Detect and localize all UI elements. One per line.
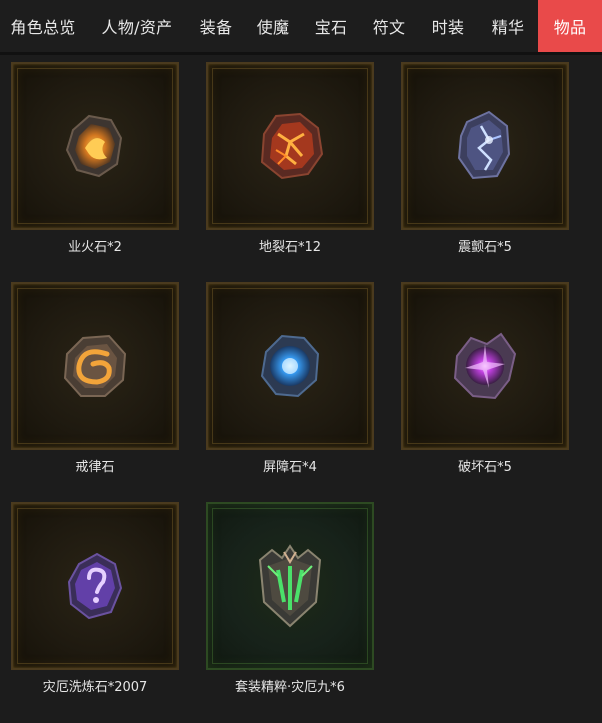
item-slot[interactable] — [401, 282, 569, 450]
set-essence-icon — [258, 544, 322, 628]
category-tab-bar: 角色总览 人物/资产 装备 使魔 宝石 符文 时装 精华 物品 — [0, 0, 602, 52]
item-card[interactable]: 灾厄洗炼石*2007 — [11, 502, 183, 695]
tab-gems[interactable]: 宝石 — [302, 0, 360, 52]
item-name: 地裂石*12 — [258, 240, 322, 255]
item-name: 震颤石*5 — [458, 240, 512, 255]
item-name: 业火石*2 — [68, 240, 122, 255]
tab-essence[interactable]: 精华 — [478, 0, 538, 52]
item-name: 戒律石 — [75, 460, 115, 475]
tab-character-assets[interactable]: 人物/资产 — [86, 0, 188, 52]
item-slot[interactable] — [206, 282, 374, 450]
item-slot[interactable] — [206, 62, 374, 230]
earth-crack-stone-icon — [260, 112, 324, 180]
item-name: 屏障石*4 — [263, 460, 317, 475]
item-slot[interactable] — [11, 62, 179, 230]
tab-divider — [0, 52, 602, 55]
item-card[interactable]: 震颤石*5 — [401, 62, 573, 255]
item-slot[interactable] — [401, 62, 569, 230]
item-card[interactable]: 戒律石 — [11, 282, 183, 475]
item-card[interactable]: 破坏石*5 — [401, 282, 573, 475]
item-name: 破坏石*5 — [458, 460, 512, 475]
tab-familiar[interactable]: 使魔 — [244, 0, 302, 52]
item-slot[interactable] — [11, 282, 179, 450]
item-card[interactable]: 地裂石*12 — [206, 62, 378, 255]
tremor-stone-icon — [457, 110, 511, 180]
tab-equipment[interactable]: 装备 — [188, 0, 244, 52]
tab-fashion[interactable]: 时装 — [418, 0, 478, 52]
destruction-stone-icon — [453, 332, 517, 400]
item-name: 灾厄洗炼石*2007 — [42, 680, 148, 695]
item-name: 套装精粹·灾厄九*6 — [235, 680, 345, 695]
item-slot[interactable] — [206, 502, 374, 670]
fire-stone-icon — [65, 114, 123, 178]
item-card[interactable]: 业火石*2 — [11, 62, 183, 255]
calamity-refine-stone-icon — [67, 552, 123, 620]
tab-runes[interactable]: 符文 — [360, 0, 418, 52]
tab-character-overview[interactable]: 角色总览 — [0, 0, 86, 52]
item-card[interactable]: 套装精粹·灾厄九*6 — [206, 502, 378, 695]
discipline-stone-icon — [63, 334, 127, 397]
item-card[interactable]: 屏障石*4 — [206, 282, 378, 475]
barrier-stone-icon — [260, 334, 320, 398]
tab-items[interactable]: 物品 — [538, 0, 602, 52]
item-slot[interactable] — [11, 502, 179, 670]
